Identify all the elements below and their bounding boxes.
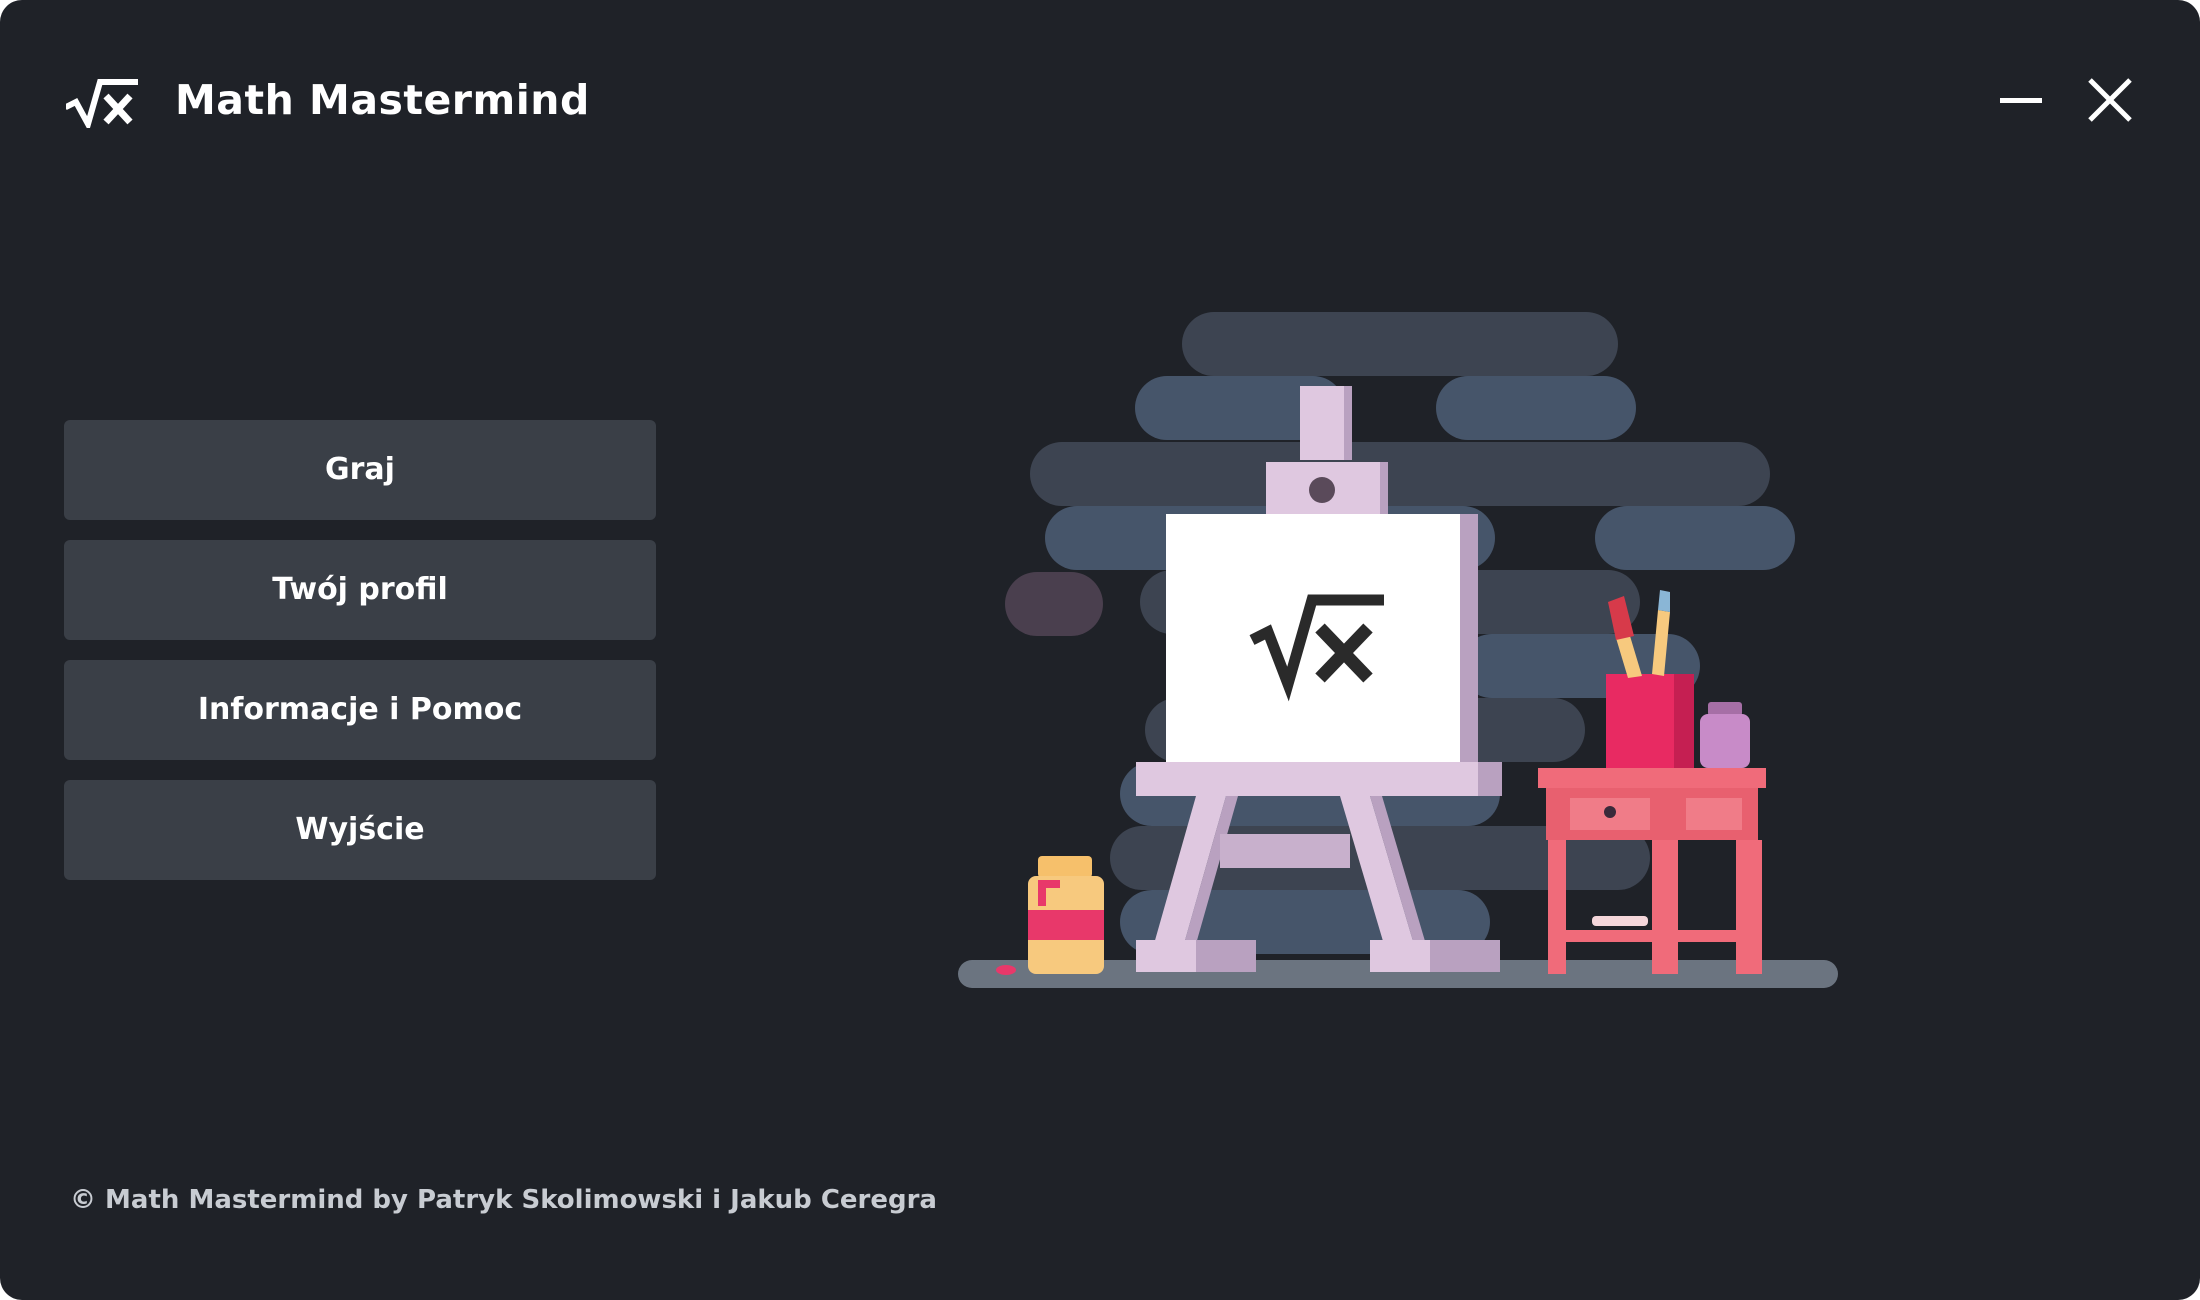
info-help-button[interactable]: Informacje i Pomoc xyxy=(64,660,656,760)
minimize-icon xyxy=(2000,98,2042,103)
footer-copyright: © Math Mastermind by Patryk Skolimowski … xyxy=(70,1185,937,1215)
close-icon xyxy=(2088,78,2132,122)
play-button[interactable]: Graj xyxy=(64,420,656,520)
profile-button[interactable]: Twój profil xyxy=(64,540,656,640)
title-bar[interactable]: Math Mastermind xyxy=(0,0,2200,200)
paint-jar xyxy=(996,856,1104,975)
main-menu: Graj Twój profil Informacje i Pomoc Wyjś… xyxy=(64,420,656,900)
app-window: Math Mastermind Graj Twój profil Informa… xyxy=(0,0,2200,1300)
close-button[interactable] xyxy=(2080,74,2140,128)
app-title: Math Mastermind xyxy=(175,76,590,124)
exit-button[interactable]: Wyjście xyxy=(64,780,656,880)
easel-illustration xyxy=(958,312,1838,988)
minimize-button[interactable] xyxy=(1990,74,2050,128)
sqrt-x-icon xyxy=(66,79,138,128)
